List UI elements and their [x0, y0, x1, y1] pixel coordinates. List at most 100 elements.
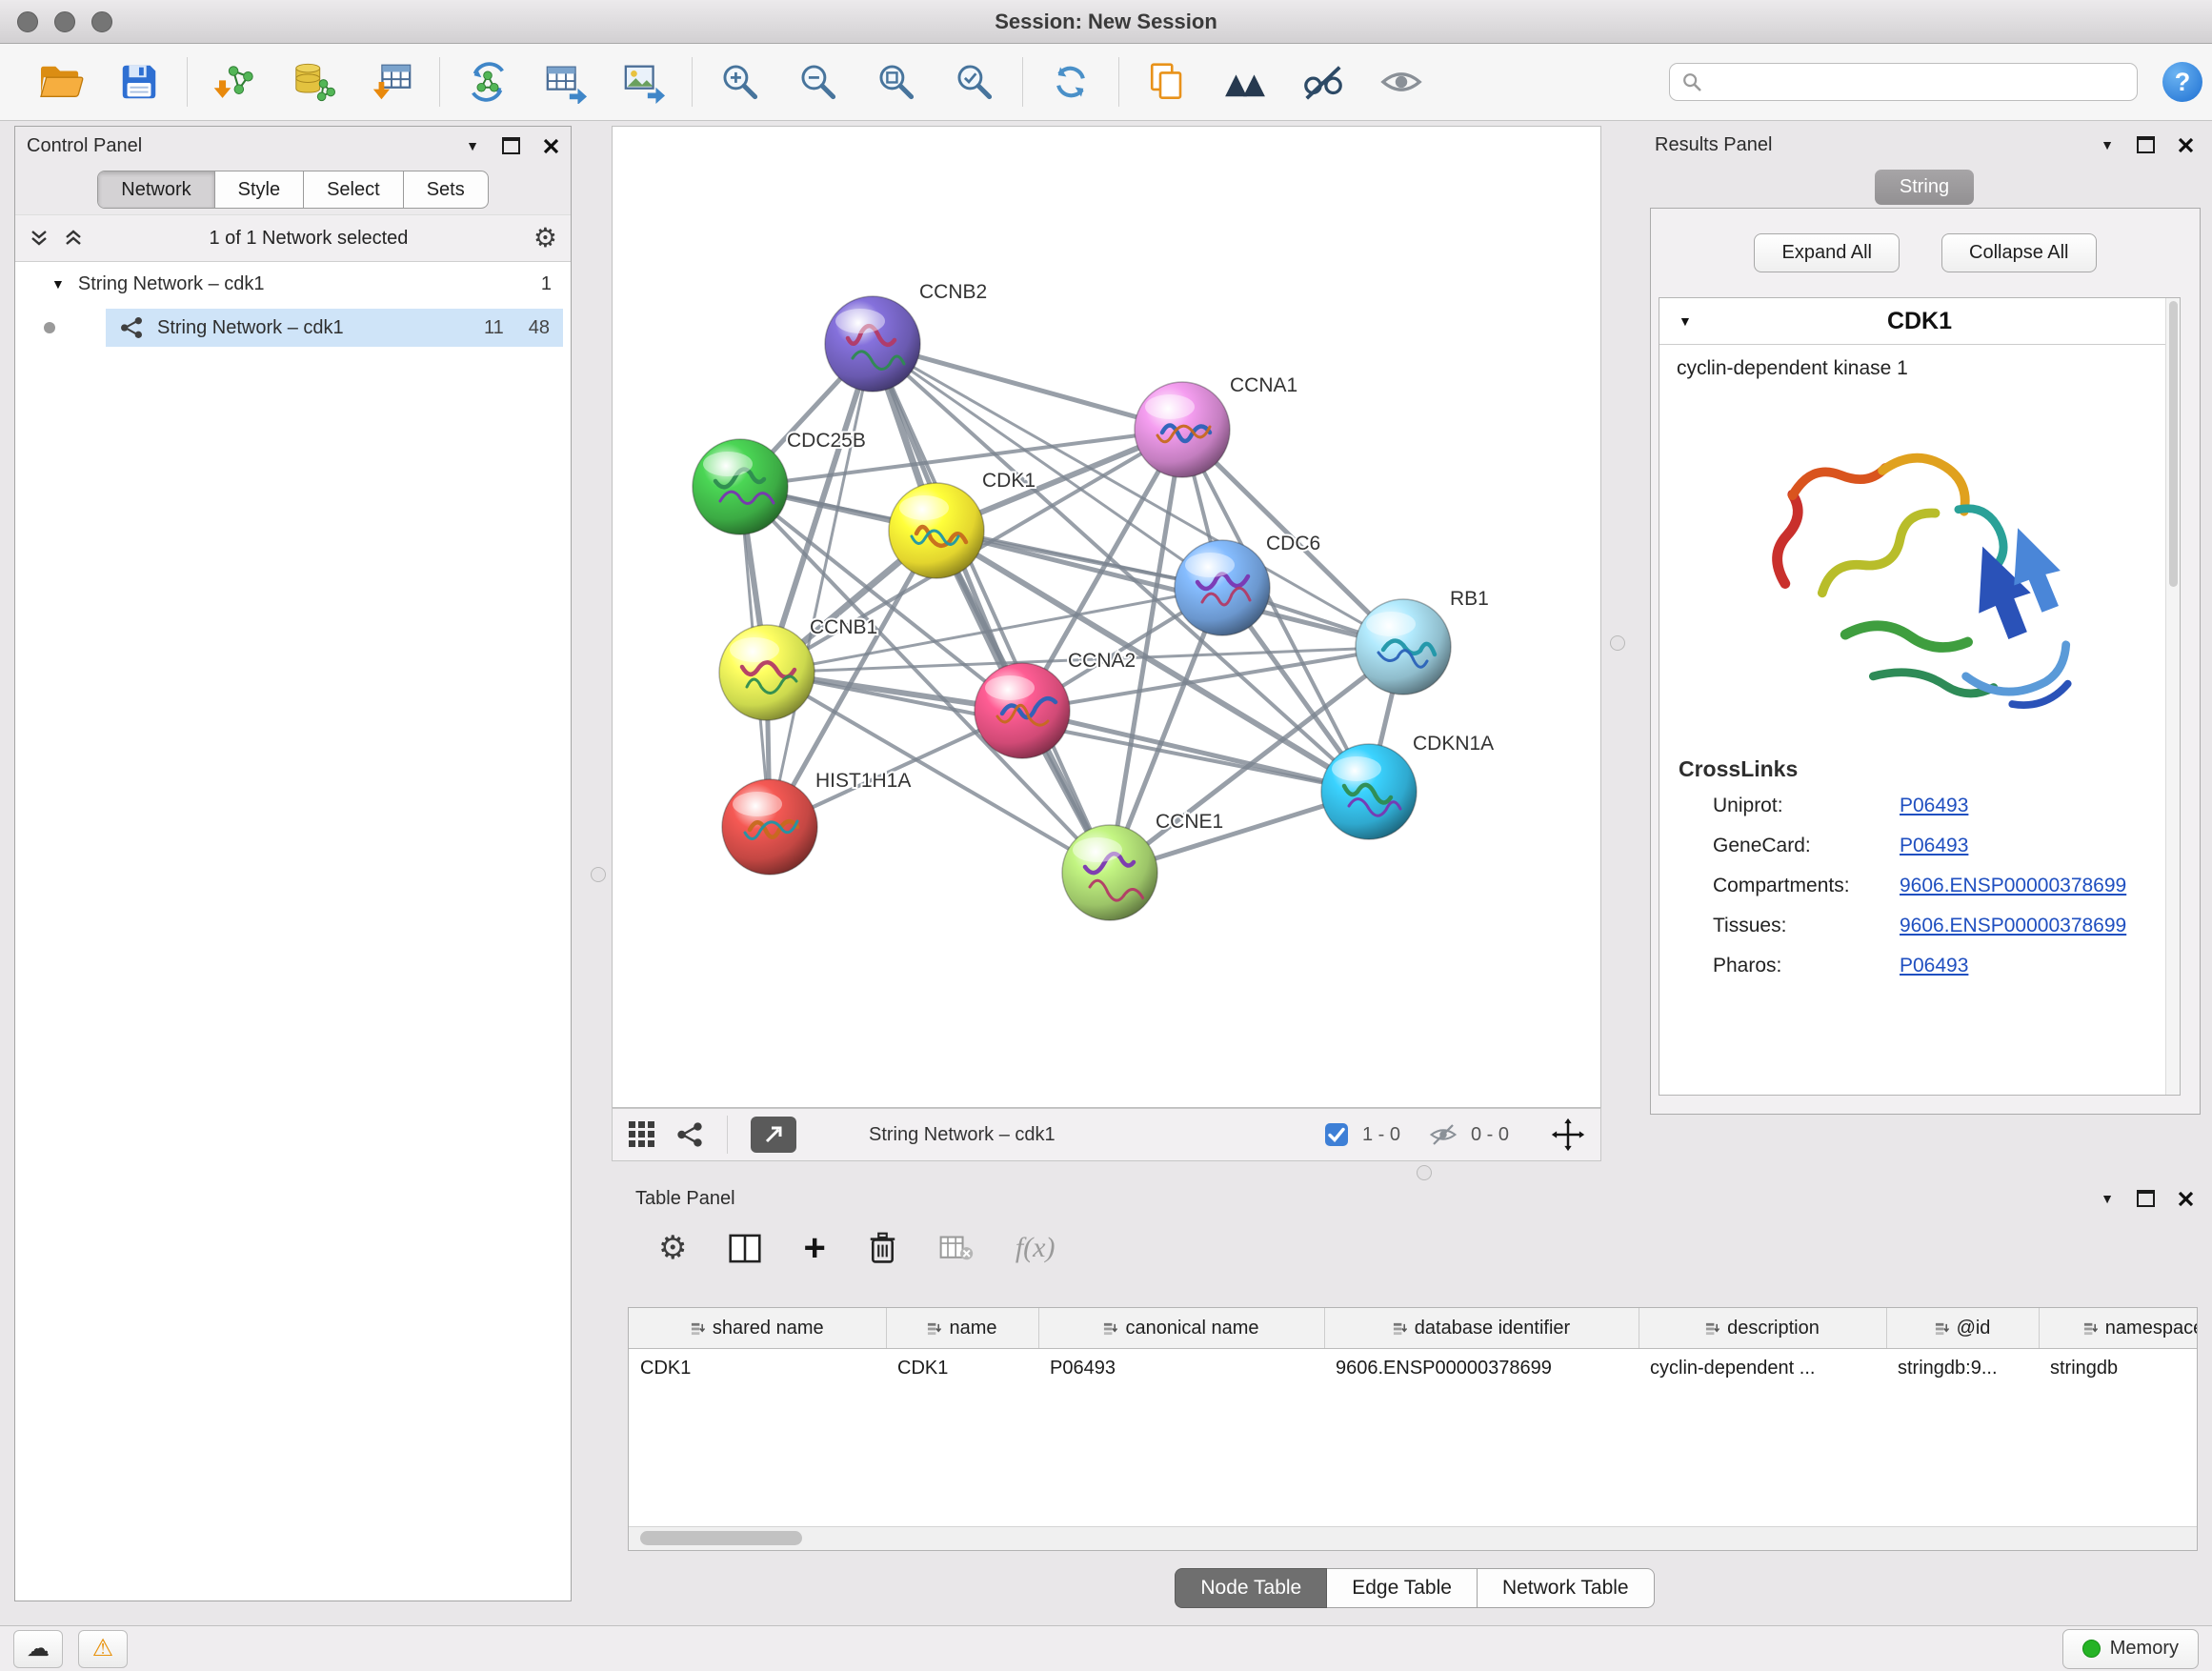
show-columns-icon[interactable]: [729, 1234, 761, 1263]
window-minimize-button[interactable]: [54, 11, 75, 32]
float-panel-icon[interactable]: [502, 137, 520, 154]
zoom-out-button[interactable]: [792, 55, 845, 109]
window-zoom-button[interactable]: [91, 11, 112, 32]
network-node-HIST1H1A[interactable]: [722, 779, 817, 875]
cell-name[interactable]: CDK1: [886, 1349, 1038, 1388]
network-row[interactable]: String Network – cdk1 11 48: [15, 306, 571, 350]
expand-all-button[interactable]: Expand All: [1754, 233, 1900, 272]
cell-namespace[interactable]: stringdb: [2039, 1349, 2198, 1388]
crosslink-link[interactable]: P06493: [1900, 835, 1968, 857]
zoom-selected-button[interactable]: [948, 55, 1001, 109]
network-node-CCNA2[interactable]: [975, 663, 1070, 758]
expand-all-icon[interactable]: [29, 228, 50, 249]
network-node-CCNB2[interactable]: [825, 296, 920, 392]
right-splitter-handle[interactable]: [1610, 635, 1625, 651]
column-header[interactable]: namespace: [2039, 1308, 2198, 1349]
network-row-selected[interactable]: String Network – cdk1 11 48: [106, 309, 563, 347]
crosslink-link[interactable]: P06493: [1900, 795, 1968, 817]
function-builder-icon[interactable]: f(x): [1016, 1232, 1056, 1264]
table-hscrollbar[interactable]: [629, 1526, 2197, 1550]
crosslink-link[interactable]: 9606.ENSP00000378699: [1900, 915, 2126, 937]
collapse-all-icon[interactable]: [63, 228, 84, 249]
panel-menu-icon[interactable]: ▼: [466, 138, 479, 153]
protein-expander-icon[interactable]: ▼: [1679, 313, 1692, 329]
save-session-button[interactable]: [112, 55, 166, 109]
network-canvas[interactable]: CCNB2CCNA1CDC25BCDK1CDC6RB1CCNB1CCNA2CDK…: [612, 126, 1601, 1108]
hide-graphics-details-button[interactable]: [1297, 55, 1350, 109]
overview-button[interactable]: [1218, 55, 1272, 109]
network-edge[interactable]: [873, 344, 1110, 873]
export-table-button[interactable]: [539, 55, 593, 109]
protein-card-header[interactable]: ▼ CDK1: [1659, 298, 2180, 345]
network-node-CCNE1[interactable]: [1062, 825, 1157, 920]
selected-checkbox-icon[interactable]: [1324, 1122, 1349, 1147]
results-scrollbar-thumb[interactable]: [2169, 301, 2178, 587]
tab-edge-table[interactable]: Edge Table: [1327, 1568, 1478, 1608]
cell-shared-name[interactable]: CDK1: [629, 1349, 886, 1388]
column-header[interactable]: description: [1639, 1308, 1886, 1349]
grid-view-icon[interactable]: [628, 1120, 656, 1149]
table-close-icon[interactable]: [2178, 1191, 2194, 1207]
network-node-CDK1[interactable]: [889, 483, 984, 578]
import-network-database-button[interactable]: [287, 55, 340, 109]
tab-node-table[interactable]: Node Table: [1175, 1568, 1327, 1608]
cell-canonical-name[interactable]: P06493: [1038, 1349, 1324, 1388]
tab-select[interactable]: Select: [303, 171, 403, 208]
results-scrollbar[interactable]: [2165, 298, 2180, 1095]
crosslink-link[interactable]: 9606.ENSP00000378699: [1900, 875, 2126, 897]
table-float-icon[interactable]: [2137, 1190, 2155, 1207]
network-node-CDKN1A[interactable]: [1321, 744, 1417, 839]
network-edge[interactable]: [770, 344, 873, 827]
results-close-icon[interactable]: [2178, 137, 2194, 153]
results-menu-icon[interactable]: ▼: [2101, 137, 2114, 152]
import-network-file-button[interactable]: [209, 55, 262, 109]
cell-id[interactable]: stringdb:9...: [1886, 1349, 2039, 1388]
left-splitter-handle[interactable]: [591, 867, 606, 882]
close-panel-icon[interactable]: [543, 138, 559, 154]
tab-style[interactable]: Style: [214, 171, 303, 208]
column-header[interactable]: database identifier: [1324, 1308, 1639, 1349]
bottom-splitter-handle[interactable]: [1417, 1165, 1432, 1180]
add-column-icon[interactable]: +: [803, 1229, 825, 1267]
table-options-gear-icon[interactable]: ⚙: [658, 1232, 687, 1264]
network-node-CDC6[interactable]: [1175, 540, 1270, 635]
tab-network[interactable]: Network: [98, 171, 213, 208]
copy-button[interactable]: [1140, 55, 1194, 109]
column-header[interactable]: name: [886, 1308, 1038, 1349]
import-table-button[interactable]: [365, 55, 418, 109]
column-header[interactable]: @id: [1886, 1308, 2039, 1349]
network-collection-row[interactable]: ▼ String Network – cdk1 1: [15, 262, 571, 306]
tab-sets[interactable]: Sets: [403, 171, 488, 208]
network-graph[interactable]: CCNB2CCNA1CDC25BCDK1CDC6RB1CCNB1CCNA2CDK…: [613, 127, 1600, 1107]
memory-button[interactable]: Memory: [2062, 1629, 2199, 1669]
results-float-icon[interactable]: [2137, 136, 2155, 153]
column-header[interactable]: canonical name: [1038, 1308, 1324, 1349]
column-header[interactable]: shared name: [629, 1308, 886, 1349]
network-edge[interactable]: [936, 531, 1403, 647]
new-network-button[interactable]: [461, 55, 514, 109]
network-node-CCNA1[interactable]: [1135, 382, 1230, 477]
crosslink-link[interactable]: P06493: [1900, 955, 1968, 977]
network-node-CCNB1[interactable]: [719, 625, 814, 720]
table-hscrollbar-thumb[interactable]: [640, 1531, 802, 1545]
zoom-fit-button[interactable]: [870, 55, 923, 109]
window-close-button[interactable]: [17, 11, 38, 32]
zoom-in-button[interactable]: [714, 55, 767, 109]
detach-view-button[interactable]: [751, 1117, 796, 1153]
pan-crosshair-icon[interactable]: [1551, 1117, 1585, 1152]
help-button[interactable]: ?: [2162, 62, 2202, 102]
collapse-all-button[interactable]: Collapse All: [1941, 233, 2097, 272]
delete-table-icon[interactable]: [939, 1234, 974, 1262]
cell-database-identifier[interactable]: 9606.ENSP00000378699: [1324, 1349, 1639, 1388]
show-graphics-details-button[interactable]: [1375, 55, 1428, 109]
table-row[interactable]: CDK1 CDK1 P06493 9606.ENSP00000378699 cy…: [629, 1349, 2198, 1388]
tab-network-table[interactable]: Network Table: [1478, 1568, 1655, 1608]
warnings-button[interactable]: ⚠: [78, 1630, 128, 1668]
export-image-button[interactable]: [617, 55, 671, 109]
network-node-RB1[interactable]: [1356, 599, 1451, 695]
cloud-button[interactable]: ☁: [13, 1630, 63, 1668]
table-menu-icon[interactable]: ▼: [2101, 1191, 2114, 1206]
cell-description[interactable]: cyclin-dependent ...: [1639, 1349, 1886, 1388]
search-input[interactable]: [1710, 70, 2125, 94]
open-session-button[interactable]: [34, 55, 88, 109]
